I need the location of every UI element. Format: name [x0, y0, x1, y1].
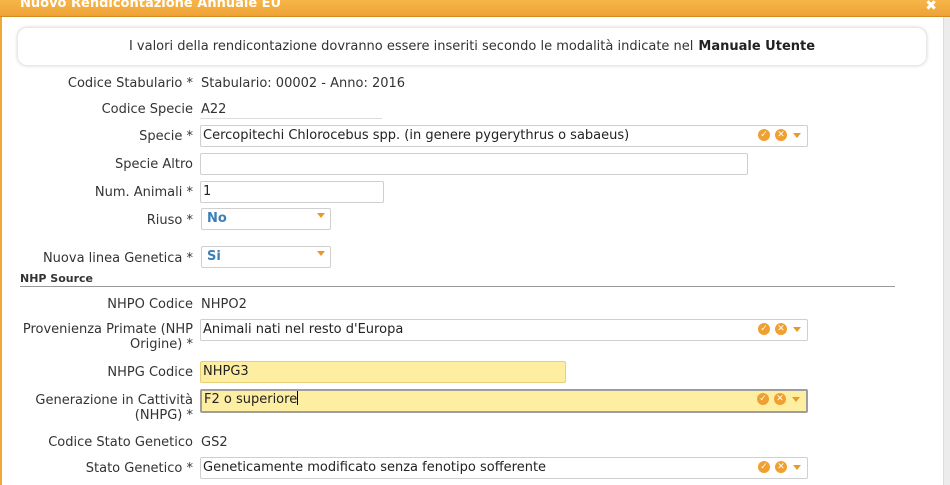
codice-specie-label: Codice Specie: [101, 102, 193, 117]
clear-icon[interactable]: ✕: [774, 393, 786, 405]
nhp-source-heading: NHP Source: [20, 272, 94, 285]
codice-stato-label: Codice Stato Genetico: [48, 435, 193, 450]
section-divider: [20, 286, 895, 287]
specie-altro-label: Specie Altro: [114, 157, 193, 172]
specie-altro-input[interactable]: [200, 153, 748, 175]
stato-genetico-controls: ✓ ✕: [753, 461, 801, 475]
info-banner: I valori della rendicontazione dovranno …: [18, 28, 926, 65]
nuova-linea-value: Si: [207, 249, 221, 264]
riuso-label: Riuso *: [146, 213, 193, 228]
text-cursor: [297, 391, 299, 405]
riuso-select[interactable]: No: [201, 208, 331, 230]
chevron-down-icon[interactable]: [793, 465, 801, 470]
nhpg-codice-input[interactable]: NHPG3: [200, 361, 566, 383]
specie-value: Cercopitechi Chlorocebus spp. (in genere…: [203, 128, 630, 143]
codice-stabulario-label: Codice Stabulario *: [67, 76, 193, 91]
specie-controls: ✓ ✕: [753, 129, 801, 143]
clear-icon[interactable]: ✕: [775, 323, 787, 335]
nhpg-codice-label: NHPG Codice: [107, 365, 193, 380]
num-animali-value: 1: [203, 184, 212, 199]
generazione-value: F2 o superiore: [204, 392, 298, 407]
codice-stabulario-value: Stabulario: 00002 - Anno: 2016: [201, 76, 406, 91]
generazione-label: Generazione in Cattività (NHPG) *: [35, 393, 193, 423]
codice-specie-underline: [200, 118, 382, 119]
codice-specie-value: A22: [201, 102, 227, 117]
generazione-controls: ✓ ✕: [752, 393, 800, 407]
nhpo-codice-value: NHPO2: [201, 297, 247, 312]
chevron-down-icon[interactable]: [792, 397, 800, 402]
chevron-down-icon[interactable]: [793, 327, 801, 332]
clear-icon[interactable]: ✕: [775, 461, 787, 473]
check-icon[interactable]: ✓: [758, 461, 770, 473]
generazione-combobox[interactable]: F2 o superiore ✓ ✕: [200, 389, 808, 413]
dialog-left-border: [0, 17, 2, 485]
chevron-down-icon[interactable]: [317, 251, 325, 256]
check-icon[interactable]: ✓: [757, 393, 769, 405]
check-icon[interactable]: ✓: [758, 129, 770, 141]
close-icon[interactable]: ✖: [925, 0, 937, 14]
manual-link[interactable]: Manuale Utente: [698, 39, 815, 54]
check-icon[interactable]: ✓: [758, 323, 770, 335]
provenienza-combobox[interactable]: Animali nati nel resto d'Europa ✓ ✕: [200, 319, 808, 341]
nuova-linea-select[interactable]: Si: [201, 246, 331, 268]
num-animali-input[interactable]: 1: [200, 181, 384, 203]
chevron-down-icon[interactable]: [317, 213, 325, 218]
stato-genetico-label: Stato Genetico *: [85, 461, 193, 476]
scrollbar[interactable]: [943, 17, 950, 485]
nhpg-codice-value: NHPG3: [203, 364, 249, 379]
stato-genetico-value: Geneticamente modificato senza fenotipo …: [203, 460, 547, 475]
specie-combobox[interactable]: Cercopitechi Chlorocebus spp. (in genere…: [200, 125, 808, 147]
num-animali-label: Num. Animali *: [94, 185, 193, 200]
clear-icon[interactable]: ✕: [775, 129, 787, 141]
riuso-value: No: [207, 211, 227, 226]
provenienza-label: Provenienza Primate (NHP Origine) *: [22, 322, 193, 352]
provenienza-value: Animali nati nel resto d'Europa: [203, 322, 404, 337]
codice-stato-value: GS2: [201, 435, 228, 450]
dialog-title: Nuovo Rendicontazione Annuale EU: [20, 0, 282, 11]
specie-label: Specie *: [139, 129, 193, 144]
dialog-titlebar: Nuovo Rendicontazione Annuale EU ✖: [0, 0, 950, 17]
stato-genetico-combobox[interactable]: Geneticamente modificato senza fenotipo …: [200, 457, 808, 479]
info-text: I valori della rendicontazione dovranno …: [128, 39, 694, 54]
nuova-linea-label: Nuova linea Genetica *: [42, 251, 193, 266]
chevron-down-icon[interactable]: [793, 133, 801, 138]
nhpo-codice-label: NHPO Codice: [107, 297, 193, 312]
provenienza-controls: ✓ ✕: [753, 323, 801, 337]
